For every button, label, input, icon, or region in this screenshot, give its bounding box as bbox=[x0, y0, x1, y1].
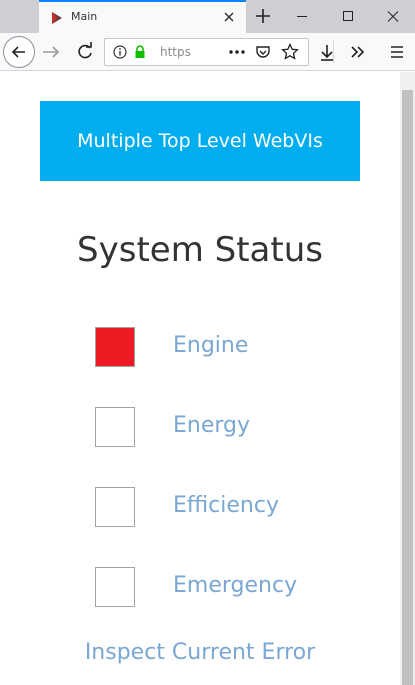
status-label[interactable]: Efficiency bbox=[173, 493, 279, 518]
play-icon bbox=[52, 12, 62, 24]
header-banner: Multiple Top Level WebVIs bbox=[40, 101, 360, 181]
lock-icon[interactable] bbox=[133, 44, 147, 60]
arrow-left-icon bbox=[11, 46, 25, 58]
overflow-chevron-icon[interactable] bbox=[347, 33, 369, 71]
status-indicator bbox=[95, 567, 135, 607]
new-tab-icon[interactable] bbox=[252, 5, 274, 27]
vertical-scrollbar[interactable] bbox=[400, 72, 415, 685]
back-button[interactable] bbox=[3, 36, 35, 68]
status-row-energy: Energy bbox=[95, 407, 355, 447]
url-bar[interactable]: https bbox=[104, 38, 309, 66]
hamburger-menu-icon[interactable] bbox=[386, 33, 408, 71]
status-label[interactable]: Engine bbox=[173, 333, 248, 358]
page-title: System Status bbox=[77, 230, 323, 270]
status-label[interactable]: Energy bbox=[173, 413, 250, 438]
scrollbar-thumb[interactable] bbox=[402, 90, 413, 685]
tab-main[interactable]: Main bbox=[39, 0, 246, 33]
nav-toolbar: https bbox=[0, 33, 415, 71]
toolbar-separator bbox=[333, 41, 334, 63]
minimize-icon[interactable] bbox=[279, 0, 325, 33]
tab-strip: Main bbox=[0, 0, 415, 33]
status-indicator bbox=[95, 487, 135, 527]
download-icon[interactable] bbox=[316, 33, 338, 71]
bookmark-star-icon[interactable] bbox=[281, 43, 299, 61]
reload-icon[interactable] bbox=[74, 33, 96, 71]
status-row-efficiency: Efficiency bbox=[95, 487, 355, 527]
status-row-engine: Engine bbox=[95, 327, 355, 367]
info-icon[interactable] bbox=[113, 45, 127, 59]
status-label[interactable]: Emergency bbox=[173, 573, 297, 598]
url-text: https bbox=[160, 45, 191, 59]
browser-window: Main https Multiple Top Level WebVIs Sys… bbox=[0, 0, 415, 685]
close-icon[interactable] bbox=[221, 9, 237, 25]
inspect-current-error-link[interactable]: Inspect Current Error bbox=[0, 640, 400, 665]
more-dots-icon[interactable] bbox=[228, 45, 246, 59]
status-indicator bbox=[95, 327, 135, 367]
window-close-icon[interactable] bbox=[371, 0, 415, 33]
status-indicator bbox=[95, 407, 135, 447]
page-content: Multiple Top Level WebVIs System Status … bbox=[0, 72, 400, 685]
maximize-icon[interactable] bbox=[325, 0, 371, 33]
banner-title: Multiple Top Level WebVIs bbox=[77, 130, 323, 152]
forward-icon[interactable] bbox=[40, 33, 62, 71]
status-row-emergency: Emergency bbox=[95, 567, 355, 607]
pocket-icon[interactable] bbox=[255, 44, 271, 60]
tab-title: Main bbox=[71, 10, 98, 23]
